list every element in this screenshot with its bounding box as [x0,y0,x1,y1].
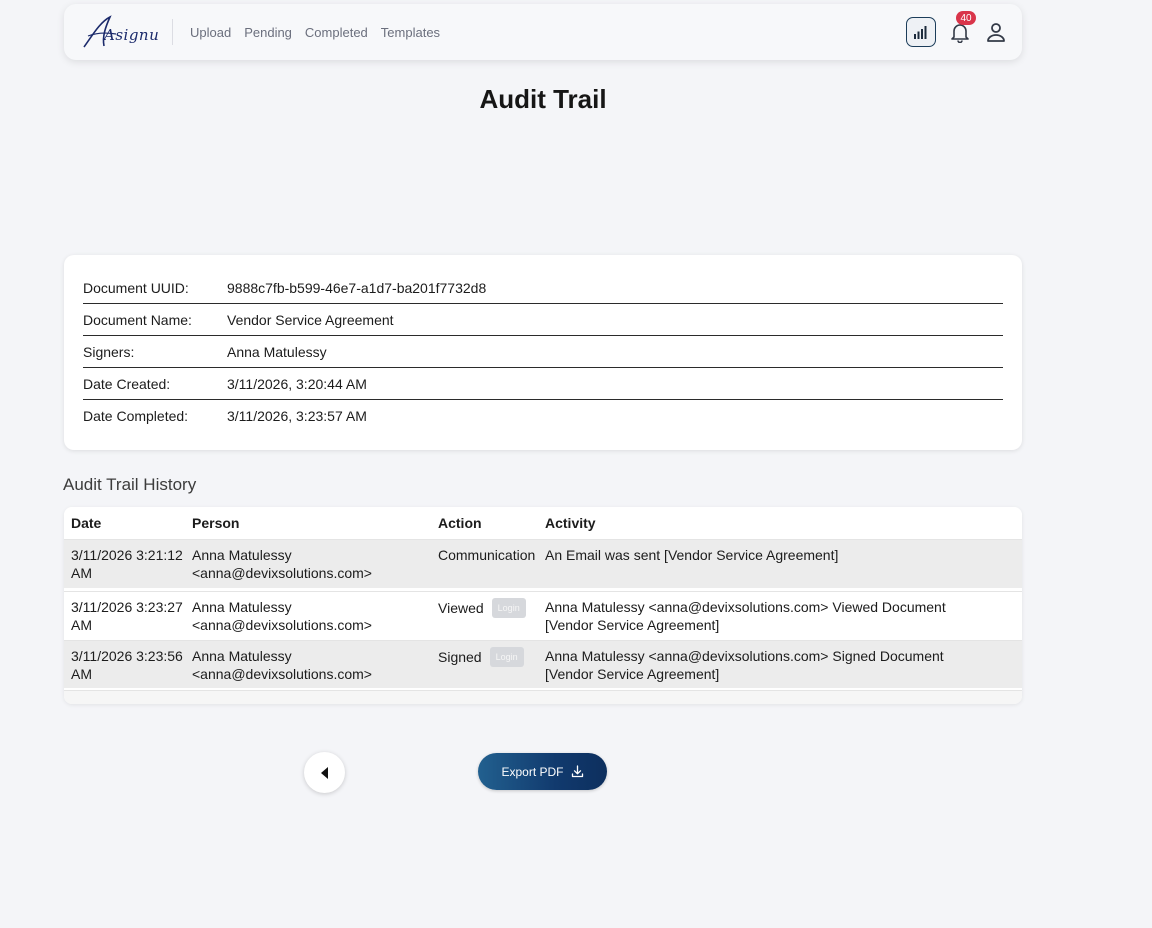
info-label: Signers: [83,343,135,360]
user-menu-button[interactable] [984,20,1008,44]
table-row: 3/11/2026 3:21:12 AM Anna Matulessy <ann… [64,540,1022,588]
export-pdf-label: Export PDF [501,764,564,779]
cell-person: Anna Matulessy <anna@devixsolutions.com> [192,547,372,581]
notification-badge: 40 [956,11,976,25]
nav-divider [172,19,173,45]
column-header-action: Action [438,515,482,531]
info-label: Document Name: [83,311,192,328]
notifications-button[interactable]: 40 [948,11,976,44]
info-label: Date Created: [83,375,171,392]
cell-date: 3/11/2026 3:23:27 AM [71,599,183,633]
action-text: Viewed [438,600,484,616]
info-label: Date Completed: [83,408,189,424]
cell-action: Communication [438,546,538,564]
cell-activity: Anna Matulessy <anna@devixsolutions.com>… [545,599,946,633]
page-title: Audit Trail [479,84,607,114]
cell-date: 3/11/2026 3:23:56 AM [71,648,183,682]
nav-right-actions: 40 [906,4,1008,60]
cell-action: Signed Login [438,647,538,667]
history-heading: Audit Trail History [63,475,197,494]
export-pdf-button[interactable]: Export PDF [478,753,607,790]
column-header-date: Date [71,515,102,531]
cell-date: 3/11/2026 3:21:12 AM [71,547,183,581]
cell-activity: An Email was sent [Vendor Service Agreem… [545,547,839,563]
info-value: 3/11/2026, 3:23:57 AM [227,408,367,424]
nav-link-upload[interactable]: Upload [190,25,231,40]
back-button[interactable] [304,752,345,793]
nav-link-templates[interactable]: Templates [381,25,440,40]
info-value: Vendor Service Agreement [227,311,394,328]
info-row-signers: Signers: Anna Matulessy [83,336,1003,368]
table-row: 3/11/2026 3:23:27 AM Anna Matulessy <ann… [64,591,1022,639]
top-navbar: Asignu Upload Pending Completed Template… [64,4,1022,60]
cell-activity: Anna Matulessy <anna@devixsolutions.com>… [545,648,944,682]
info-value: 3/11/2026, 3:20:44 AM [227,375,367,392]
table-row: 3/11/2026 3:23:56 AM Anna Matulessy <ann… [64,640,1022,688]
nav-link-pending[interactable]: Pending [244,25,292,40]
logo-text: Asignu [104,26,160,44]
login-tag: Login [491,598,526,618]
cell-action: Viewed Login [438,598,538,618]
info-label: Document UUID: [83,279,189,296]
document-info-card: Document UUID: 9888c7fb-b599-46e7-a1d7-b… [64,255,1022,450]
audit-history-table: Date Person Action Activity 3/11/2026 3:… [64,507,1022,704]
table-footer-row [64,690,1022,704]
download-icon [571,765,583,778]
info-row-date-created: Date Created: 3/11/2026, 3:20:44 AM [83,368,1003,400]
cell-person: Anna Matulessy <anna@devixsolutions.com> [192,648,372,682]
info-row-uuid: Document UUID: 9888c7fb-b599-46e7-a1d7-b… [83,272,1003,304]
column-header-activity: Activity [545,515,596,531]
nav-links: Upload Pending Completed Templates [190,4,440,60]
nav-link-completed[interactable]: Completed [305,25,368,40]
user-icon [987,23,1005,42]
info-value: 9888c7fb-b599-46e7-a1d7-ba201f7732d8 [227,279,487,296]
bar-chart-icon [914,26,927,39]
info-row-date-completed: Date Completed: 3/11/2026, 3:23:57 AM [83,400,1003,432]
caret-left-icon [320,766,328,779]
action-text: Communication [438,547,536,563]
action-text: Signed [438,649,482,665]
asignu-logo[interactable]: Asignu [82,14,159,50]
cell-person: Anna Matulessy <anna@devixsolutions.com> [192,599,372,633]
table-header-row: Date Person Action Activity [64,507,1022,540]
column-header-person: Person [192,515,240,531]
login-tag: Login [489,647,524,667]
info-value: Anna Matulessy [227,343,327,360]
info-row-name: Document Name: Vendor Service Agreement [83,304,1003,336]
stats-button[interactable] [906,17,936,47]
